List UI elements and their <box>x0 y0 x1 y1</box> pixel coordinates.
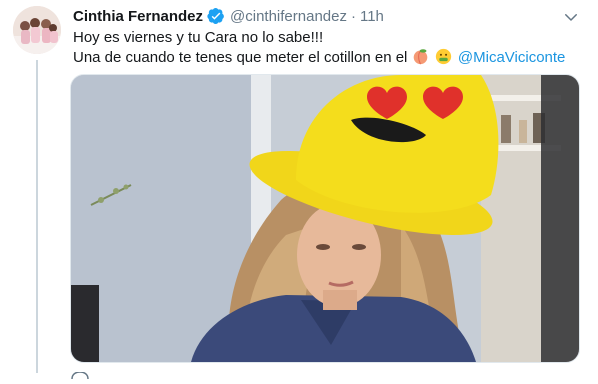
mention-link[interactable]: @MicaViciconte <box>458 49 566 66</box>
tweet-actions-bar <box>70 366 570 380</box>
reply-icon[interactable] <box>70 371 90 380</box>
tweet-text-line-1: Hoy es viernes y tu Cara no lo sabe!!! <box>73 29 324 46</box>
tweet-text: Hoy es viernes y tu Cara no lo sabe!!! U… <box>73 28 583 68</box>
photo <box>71 75 579 362</box>
peach-emoji-icon <box>413 49 427 65</box>
tweet-text-line-2: Una de cuando te tenes que meter el coti… <box>73 48 583 68</box>
thread-line <box>36 60 38 373</box>
tweet-media-image[interactable] <box>70 74 580 363</box>
chevron-down-icon[interactable] <box>562 8 580 26</box>
money-mouth-emoji-icon <box>435 48 451 65</box>
tweet[interactable]: Cinthia Fernandez @cinthifernandez · 11h… <box>0 0 598 380</box>
avatar[interactable] <box>13 6 61 54</box>
avatar-image <box>13 6 61 54</box>
author-name[interactable]: Cinthia Fernandez <box>73 8 203 25</box>
tweet-header: Cinthia Fernandez @cinthifernandez · 11h <box>73 6 588 26</box>
tweet-timestamp[interactable]: 11h <box>360 8 384 25</box>
separator-dot: · <box>350 7 356 25</box>
verified-badge-icon <box>207 7 224 25</box>
tweet-text-line-2-text: Una de cuando te tenes que meter el coti… <box>73 49 408 66</box>
author-handle[interactable]: @cinthifernandez <box>230 8 347 25</box>
